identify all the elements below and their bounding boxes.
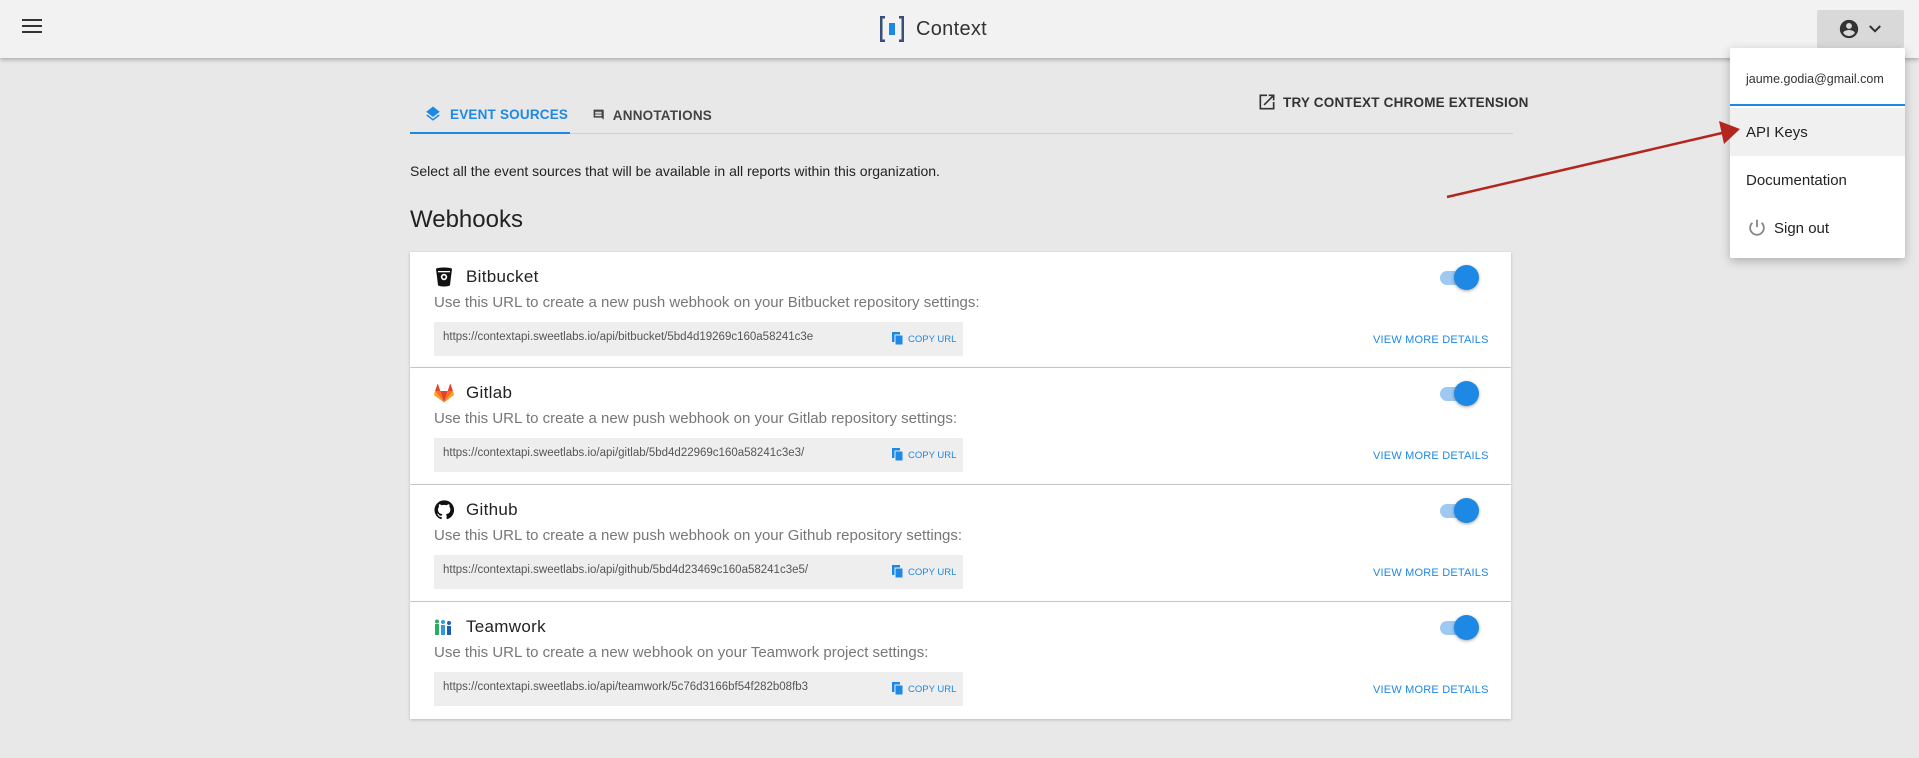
power-icon bbox=[1749, 219, 1765, 236]
webhook-url: https://contextapi.sweetlabs.io/api/gitl… bbox=[443, 447, 805, 459]
tab-annotations-label: ANNOTATIONS bbox=[612, 107, 712, 123]
context-logo-icon bbox=[880, 16, 904, 42]
copy-url-label: COPY URL bbox=[908, 449, 957, 461]
menu-item-label: Sign out bbox=[1774, 219, 1830, 237]
card-title: Gitlab bbox=[466, 383, 513, 402]
copy-icon bbox=[892, 565, 904, 579]
webhook-card-gitlab: Gitlab Use this URL to create a new push… bbox=[410, 368, 1511, 484]
bitbucket-toggle[interactable] bbox=[1430, 264, 1479, 290]
card-title: Teamwork bbox=[466, 617, 546, 636]
gitlab-icon bbox=[434, 383, 454, 403]
webhook-url: https://contextapi.sweetlabs.io/api/gith… bbox=[443, 564, 809, 576]
comment-icon bbox=[593, 109, 604, 120]
menu-item-api-keys[interactable]: API Keys bbox=[1730, 108, 1905, 156]
bitbucket-icon bbox=[434, 267, 454, 287]
card-description: Use this URL to create a new push webhoo… bbox=[434, 527, 963, 544]
copy-url-button[interactable]: COPY URL bbox=[892, 682, 956, 696]
view-more-details-link[interactable]: VIEW MORE DETAILS bbox=[1373, 567, 1489, 579]
webhook-url-field[interactable]: https://contextapi.sweetlabs.io/api/team… bbox=[434, 672, 963, 706]
view-more-details-link[interactable]: VIEW MORE DETAILS bbox=[1373, 684, 1489, 696]
menu-item-sign-out[interactable]: Sign out bbox=[1730, 204, 1905, 252]
copy-url-label: COPY URL bbox=[908, 566, 957, 578]
app-bar: Context bbox=[0, 0, 1919, 58]
app-name: Context bbox=[916, 17, 988, 40]
try-extension-link[interactable]: TRY CONTEXT CHROME EXTENSION bbox=[1257, 92, 1529, 112]
gitlab-toggle[interactable] bbox=[1430, 380, 1479, 406]
account-menu-button[interactable] bbox=[1817, 10, 1904, 48]
card-description: Use this URL to create a new webhook on … bbox=[434, 644, 929, 661]
view-more-details-link[interactable]: VIEW MORE DETAILS bbox=[1373, 450, 1489, 462]
intro-text: Select all the event sources that will b… bbox=[410, 163, 940, 179]
menu-item-label: Documentation bbox=[1746, 171, 1847, 189]
copy-url-label: COPY URL bbox=[908, 333, 957, 345]
account-email: jaume.godia@gmail.com bbox=[1730, 48, 1905, 106]
webhook-card-teamwork: Teamwork Use this URL to create a new we… bbox=[410, 602, 1511, 719]
github-icon bbox=[434, 500, 454, 520]
brand: Context bbox=[880, 16, 987, 42]
webhook-url-field[interactable]: https://contextapi.sweetlabs.io/api/gith… bbox=[434, 555, 963, 589]
tab-event-sources[interactable]: EVENT SOURCES bbox=[410, 96, 570, 134]
card-description: Use this URL to create a new push webhoo… bbox=[434, 294, 980, 311]
copy-icon bbox=[892, 448, 904, 462]
webhook-card-github: Github Use this URL to create a new push… bbox=[410, 485, 1511, 601]
github-toggle[interactable] bbox=[1430, 497, 1479, 523]
copy-url-button[interactable]: COPY URL bbox=[892, 448, 956, 462]
menu-item-label: API Keys bbox=[1746, 123, 1808, 141]
webhook-card-bitbucket: Bitbucket Use this URL to create a new p… bbox=[410, 252, 1511, 367]
account-dropdown: jaume.godia@gmail.com API Keys Documenta… bbox=[1730, 48, 1905, 258]
copy-icon bbox=[892, 332, 904, 346]
webhook-url-field[interactable]: https://contextapi.sweetlabs.io/api/bitb… bbox=[434, 322, 963, 356]
menu-item-documentation[interactable]: Documentation bbox=[1730, 156, 1905, 204]
copy-url-button[interactable]: COPY URL bbox=[892, 332, 956, 346]
open-in-new-icon bbox=[1259, 94, 1275, 110]
chevron-down-icon bbox=[1868, 25, 1881, 33]
card-title: Bitbucket bbox=[466, 267, 539, 286]
webhook-url: https://contextapi.sweetlabs.io/api/bitb… bbox=[443, 331, 814, 343]
account-circle-icon bbox=[1839, 19, 1858, 39]
webhook-url-field[interactable]: https://contextapi.sweetlabs.io/api/gitl… bbox=[434, 438, 963, 472]
copy-url-button[interactable]: COPY URL bbox=[892, 565, 956, 579]
webhook-url: https://contextapi.sweetlabs.io/api/team… bbox=[443, 681, 809, 693]
section-title: Webhooks bbox=[410, 206, 523, 233]
copy-url-label: COPY URL bbox=[908, 683, 957, 695]
try-extension-label: TRY CONTEXT CHROME EXTENSION bbox=[1283, 94, 1529, 110]
tab-event-sources-label: EVENT SOURCES bbox=[450, 106, 569, 122]
layers-icon bbox=[426, 106, 440, 121]
teamwork-toggle[interactable] bbox=[1430, 614, 1479, 640]
view-more-details-link[interactable]: VIEW MORE DETAILS bbox=[1373, 334, 1489, 346]
card-description: Use this URL to create a new push webhoo… bbox=[434, 410, 958, 427]
teamwork-icon bbox=[434, 617, 454, 637]
tab-annotations[interactable]: ANNOTATIONS bbox=[582, 96, 712, 134]
copy-icon bbox=[892, 682, 904, 696]
card-title: Github bbox=[466, 500, 518, 519]
menu-icon[interactable] bbox=[22, 19, 46, 37]
